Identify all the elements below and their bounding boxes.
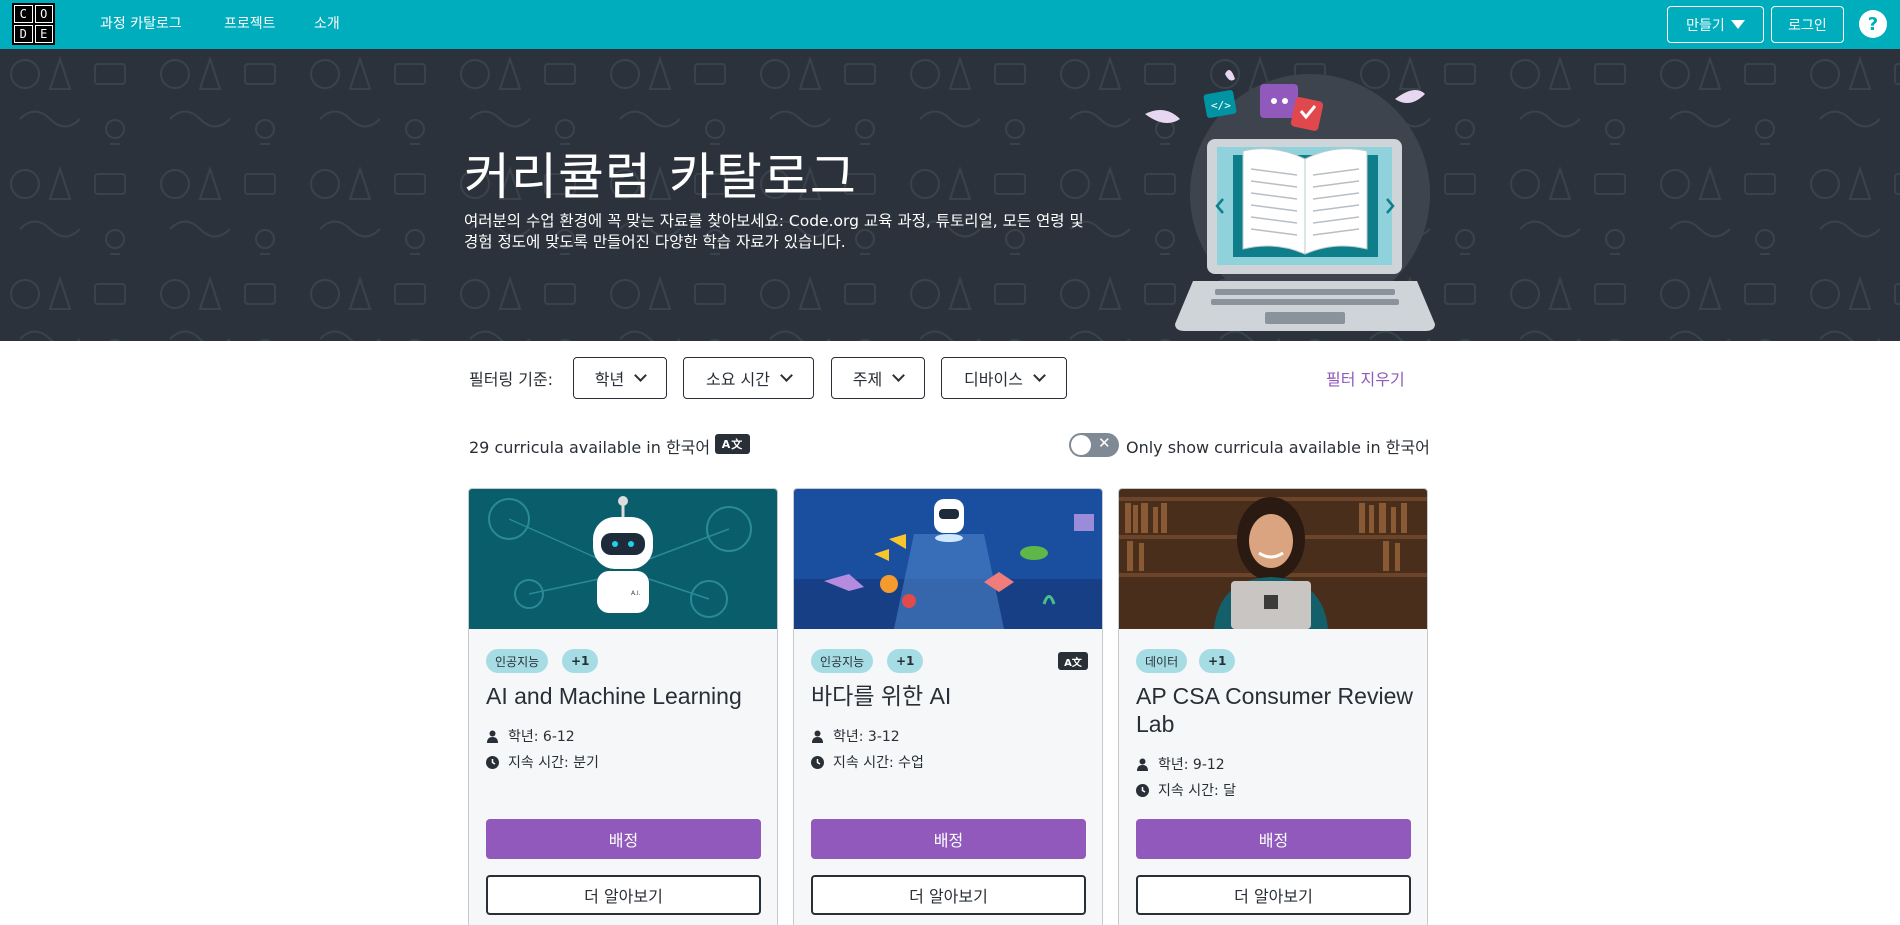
card-grade-text: 학년: 9-12 bbox=[1158, 757, 1225, 773]
login-label: 로그인 bbox=[1788, 17, 1827, 34]
filter-duration-button[interactable]: 소요 시간 bbox=[683, 357, 814, 399]
student-library-photo bbox=[1119, 489, 1427, 629]
logo-letter-d: D bbox=[14, 25, 33, 43]
curriculum-card-ai-ml: A.I. 인공지능 +1 AI and Machine Learning 학년:… bbox=[468, 488, 778, 925]
caret-down-icon bbox=[1730, 20, 1745, 29]
logo-letter-c: C bbox=[14, 5, 33, 23]
help-button[interactable]: ? bbox=[1859, 10, 1887, 38]
chevron-down-icon bbox=[634, 369, 648, 382]
chevron-down-icon bbox=[780, 369, 793, 382]
extra-tags-count: +1 bbox=[887, 649, 924, 673]
page-description: 여러분의 수업 환경에 꼭 맞는 자료를 찾아보세요: Code.org 교육 … bbox=[464, 212, 1084, 251]
card-grade-text: 학년: 6-12 bbox=[508, 729, 575, 745]
close-icon: ✕ bbox=[1098, 434, 1111, 452]
card-grade: 학년: 6-12 bbox=[486, 726, 575, 746]
code-org-logo[interactable]: C O D E bbox=[12, 3, 55, 45]
topic-tag: 데이터 bbox=[1136, 649, 1188, 673]
chevron-down-icon bbox=[1033, 369, 1046, 382]
card-title: AI and Machine Learning bbox=[486, 683, 742, 709]
ocean-robot-image bbox=[794, 489, 1102, 629]
ai-robot-image: A.I. bbox=[469, 489, 777, 629]
card-grade-text: 학년: 3-12 bbox=[833, 729, 900, 745]
top-nav: C O D E 과정 카탈로그 프로젝트 소개 만들기 로그인 ? bbox=[0, 0, 1900, 49]
curriculum-card-ai-for-oceans: 인공지능 +1 A文 바다를 위한 AI 학년: 3-12 지속 시간: 수업 … bbox=[793, 488, 1103, 925]
user-icon bbox=[487, 730, 498, 743]
laptop-book-illustration: </> bbox=[1145, 70, 1435, 331]
language-only-toggle[interactable]: ✕ bbox=[1069, 433, 1119, 457]
translate-icon: A文 bbox=[1058, 652, 1088, 670]
translate-icon: A文 bbox=[715, 434, 750, 454]
assign-button[interactable]: 배정 bbox=[486, 819, 761, 859]
filter-device-label: 디바이스 bbox=[964, 370, 1023, 389]
card-duration-text: 지속 시간: 달 bbox=[1158, 783, 1237, 799]
extra-tags-count: +1 bbox=[562, 649, 599, 673]
filter-device-button[interactable]: 디바이스 bbox=[941, 357, 1067, 399]
filter-grade-label: 학년 bbox=[594, 370, 625, 389]
curricula-count: 29 curricula available in 한국어 bbox=[469, 438, 711, 457]
card-title: 바다를 위한 AI bbox=[811, 683, 952, 709]
svg-text:A.I.: A.I. bbox=[631, 590, 641, 597]
hero-banner: 커리큘럼 카탈로그 여러분의 수업 환경에 꼭 맞는 자료를 찾아보세요: Co… bbox=[0, 49, 1900, 341]
toggle-knob bbox=[1071, 435, 1091, 455]
card-duration-text: 지속 시간: 분기 bbox=[508, 755, 599, 771]
svg-text:</>: </> bbox=[1211, 99, 1231, 112]
assign-button[interactable]: 배정 bbox=[811, 819, 1086, 859]
extra-tags-count: +1 bbox=[1199, 649, 1236, 673]
help-icon: ? bbox=[1867, 13, 1879, 35]
clock-icon bbox=[486, 755, 499, 769]
card-duration-text: 지속 시간: 수업 bbox=[833, 755, 924, 771]
card-grade: 학년: 3-12 bbox=[811, 726, 900, 746]
card-title: AP CSA Consumer Review Lab bbox=[1136, 683, 1413, 737]
page-title: 커리큘럼 카탈로그 bbox=[464, 148, 857, 206]
nav-link-projects[interactable]: 프로젝트 bbox=[224, 13, 276, 33]
filter-label: 필터링 기준: bbox=[469, 370, 554, 389]
clock-icon bbox=[1136, 783, 1149, 797]
nav-link-course-catalog[interactable]: 과정 카탈로그 bbox=[100, 13, 182, 33]
filter-grade-button[interactable]: 학년 bbox=[573, 357, 667, 399]
logo-letter-o: O bbox=[34, 5, 53, 23]
user-icon bbox=[812, 730, 823, 743]
chevron-down-icon bbox=[892, 369, 906, 382]
login-button[interactable]: 로그인 bbox=[1771, 6, 1844, 43]
doodle-pattern-background bbox=[0, 49, 1900, 341]
logo-letter-e: E bbox=[34, 25, 53, 43]
card-duration: 지속 시간: 분기 bbox=[486, 752, 599, 772]
nav-link-about[interactable]: 소개 bbox=[314, 13, 340, 33]
learn-more-button[interactable]: 더 알아보기 bbox=[1136, 875, 1411, 915]
assign-button[interactable]: 배정 bbox=[1136, 819, 1411, 859]
curriculum-card-ap-csa-consumer-review: 데이터 +1 AP CSA Consumer Review Lab 학년: 9-… bbox=[1118, 488, 1428, 925]
create-label: 만들기 bbox=[1686, 17, 1725, 34]
create-dropdown-button[interactable]: 만들기 bbox=[1667, 6, 1764, 43]
user-icon bbox=[1137, 758, 1148, 771]
filter-topic-button[interactable]: 주제 bbox=[831, 357, 925, 399]
card-duration: 지속 시간: 수업 bbox=[811, 752, 924, 772]
clock-icon bbox=[811, 755, 824, 769]
topic-tag: 인공지능 bbox=[811, 649, 874, 673]
filter-duration-label: 소요 시간 bbox=[706, 370, 770, 389]
topic-tag: 인공지능 bbox=[486, 649, 549, 673]
learn-more-button[interactable]: 더 알아보기 bbox=[811, 875, 1086, 915]
card-duration: 지속 시간: 달 bbox=[1136, 780, 1236, 800]
clear-filters-link[interactable]: 필터 지우기 bbox=[1326, 366, 1405, 390]
filter-topic-label: 주제 bbox=[852, 370, 883, 389]
language-only-toggle-label: Only show curricula available in 한국어 bbox=[1126, 438, 1430, 457]
learn-more-button[interactable]: 더 알아보기 bbox=[486, 875, 761, 915]
card-grade: 학년: 9-12 bbox=[1136, 754, 1225, 774]
